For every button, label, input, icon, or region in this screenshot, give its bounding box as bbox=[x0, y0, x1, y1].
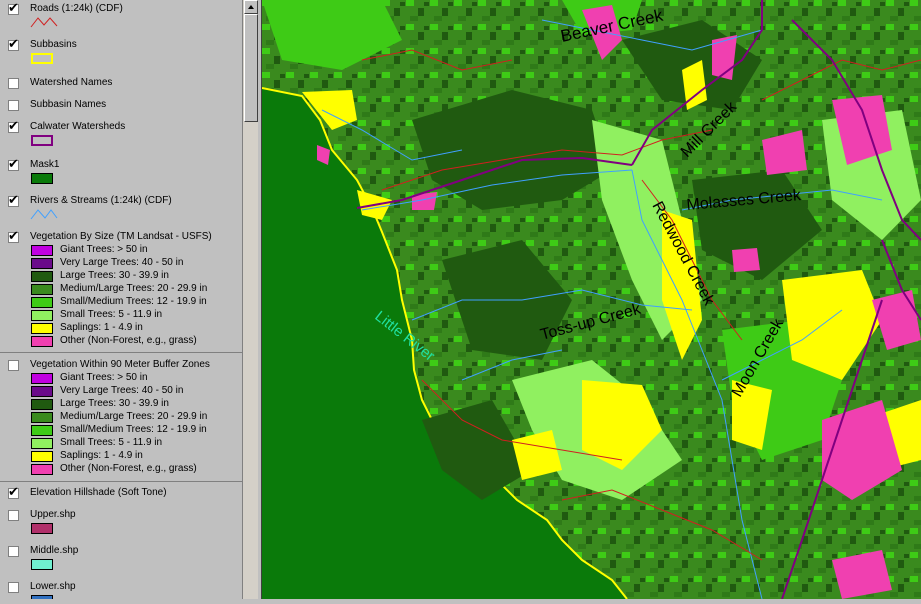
river-line-icon bbox=[30, 209, 58, 220]
class-label: Small/Medium Trees: 12 - 19.9 in bbox=[60, 424, 207, 435]
subbasin-names-checkbox[interactable] bbox=[8, 100, 19, 111]
class-label: Saplings: 1 - 4.9 in bbox=[60, 450, 143, 461]
scroll-up-arrow-icon[interactable] bbox=[244, 0, 258, 14]
class-label: Medium/Large Trees: 20 - 29.9 in bbox=[60, 411, 208, 422]
map-view[interactable]: Beaver Creek Mill Creek Molasses Creek R… bbox=[261, 0, 921, 600]
roads-label: Roads (1:24k) (CDF) bbox=[30, 3, 123, 14]
mask-label: Mask1 bbox=[30, 159, 60, 170]
class-color-swatch bbox=[31, 271, 53, 282]
subbasins-swatch bbox=[31, 53, 53, 64]
class-label: Small Trees: 5 - 11.9 in bbox=[60, 309, 163, 320]
mask-swatch bbox=[31, 173, 53, 184]
lower-swatch bbox=[31, 595, 53, 599]
class-color-swatch bbox=[31, 412, 53, 423]
upper-checkbox[interactable] bbox=[8, 510, 19, 521]
class-label: Small/Medium Trees: 12 - 19.9 in bbox=[60, 296, 207, 307]
class-color-swatch bbox=[31, 464, 53, 475]
mask-checkbox[interactable] bbox=[8, 157, 19, 172]
legend-scrollbar[interactable] bbox=[242, 0, 258, 599]
class-color-swatch bbox=[31, 284, 53, 295]
subbasins-label: Subbasins bbox=[30, 39, 77, 50]
class-color-swatch bbox=[31, 245, 53, 256]
calwater-swatch bbox=[31, 135, 53, 146]
veg-buffer-label: Vegetation Within 90 Meter Buffer Zones bbox=[30, 359, 210, 370]
class-color-swatch bbox=[31, 323, 53, 334]
class-label: Giant Trees: > 50 in bbox=[60, 244, 148, 255]
class-color-swatch bbox=[31, 425, 53, 436]
upper-swatch bbox=[31, 523, 53, 534]
calwater-label: Calwater Watersheds bbox=[30, 121, 126, 132]
map-canvas[interactable]: Beaver Creek Mill Creek Molasses Creek R… bbox=[261, 0, 921, 600]
subbasins-checkbox[interactable] bbox=[8, 37, 19, 52]
class-color-swatch bbox=[31, 399, 53, 410]
veg-size-label: Vegetation By Size (TM Landsat - USFS) bbox=[30, 231, 212, 242]
watershed-names-label: Watershed Names bbox=[30, 77, 113, 88]
other-nonforest-patch bbox=[732, 248, 760, 272]
class-label: Large Trees: 30 - 39.9 in bbox=[60, 270, 169, 281]
class-color-swatch bbox=[31, 310, 53, 321]
class-color-swatch bbox=[31, 373, 53, 384]
lower-checkbox[interactable] bbox=[8, 582, 19, 593]
class-label: Medium/Large Trees: 20 - 29.9 in bbox=[60, 283, 208, 294]
class-color-swatch bbox=[31, 258, 53, 269]
class-label: Very Large Trees: 40 - 50 in bbox=[60, 257, 184, 268]
class-color-swatch bbox=[31, 336, 53, 347]
class-label: Other (Non-Forest, e.g., grass) bbox=[60, 463, 197, 474]
class-label: Other (Non-Forest, e.g., grass) bbox=[60, 335, 197, 346]
class-label: Saplings: 1 - 4.9 in bbox=[60, 322, 143, 333]
legend-separator bbox=[0, 481, 242, 482]
class-color-swatch bbox=[31, 438, 53, 449]
upper-label: Upper.shp bbox=[30, 509, 76, 520]
legend-panel: Roads (1:24k) (CDF) Subbasins Watershed … bbox=[0, 0, 242, 599]
class-label: Small Trees: 5 - 11.9 in bbox=[60, 437, 163, 448]
rivers-label: Rivers & Streams (1:24k) (CDF) bbox=[30, 195, 172, 206]
scroll-thumb[interactable] bbox=[244, 14, 258, 122]
class-label: Large Trees: 30 - 39.9 in bbox=[60, 398, 169, 409]
hillshade-label: Elevation Hillshade (Soft Tone) bbox=[30, 487, 167, 498]
calwater-checkbox[interactable] bbox=[8, 119, 19, 134]
class-label: Very Large Trees: 40 - 50 in bbox=[60, 385, 184, 396]
lower-label: Lower.shp bbox=[30, 581, 76, 592]
middle-swatch bbox=[31, 559, 53, 570]
class-color-swatch bbox=[31, 297, 53, 308]
roads-checkbox[interactable] bbox=[8, 1, 19, 16]
hillshade-checkbox[interactable] bbox=[8, 485, 19, 500]
subbasin-names-label: Subbasin Names bbox=[30, 99, 107, 110]
legend-separator bbox=[0, 352, 242, 353]
watershed-names-checkbox[interactable] bbox=[8, 78, 19, 89]
class-color-swatch bbox=[31, 386, 53, 397]
roads-line-icon bbox=[30, 17, 58, 28]
gis-viewer: Roads (1:24k) (CDF) Subbasins Watershed … bbox=[0, 0, 921, 600]
class-label: Giant Trees: > 50 in bbox=[60, 372, 148, 383]
middle-label: Middle.shp bbox=[30, 545, 79, 556]
middle-checkbox[interactable] bbox=[8, 546, 19, 557]
veg-size-checkbox[interactable] bbox=[8, 229, 19, 244]
rivers-checkbox[interactable] bbox=[8, 193, 19, 208]
class-color-swatch bbox=[31, 451, 53, 462]
veg-buffer-checkbox[interactable] bbox=[8, 360, 19, 371]
